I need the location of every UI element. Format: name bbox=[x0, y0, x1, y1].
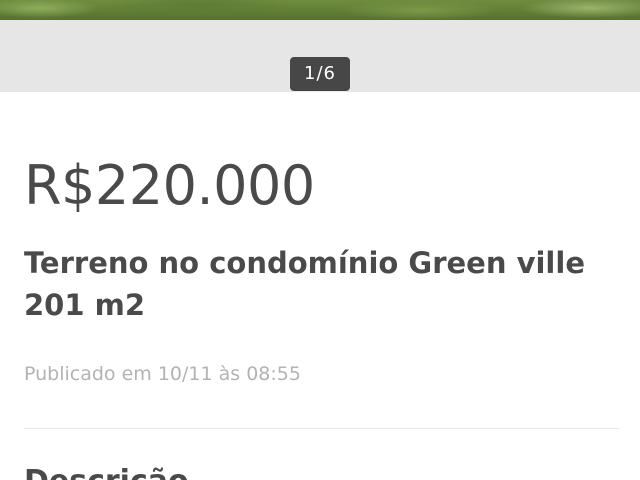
listing-title: Terreno no condomínio Green ville 201 m2 bbox=[24, 246, 585, 322]
section-divider bbox=[24, 428, 620, 429]
listing-page: 1/6 R$220.000 Terreno no condomínio Gree… bbox=[0, 0, 640, 480]
photo-counter-badge: 1/6 bbox=[290, 57, 350, 91]
listing-price: R$220.000 bbox=[24, 154, 315, 217]
published-date: Publicado em 10/11 às 08:55 bbox=[24, 363, 301, 385]
listing-photo[interactable] bbox=[0, 0, 640, 20]
description-heading: Descrição bbox=[24, 462, 189, 480]
